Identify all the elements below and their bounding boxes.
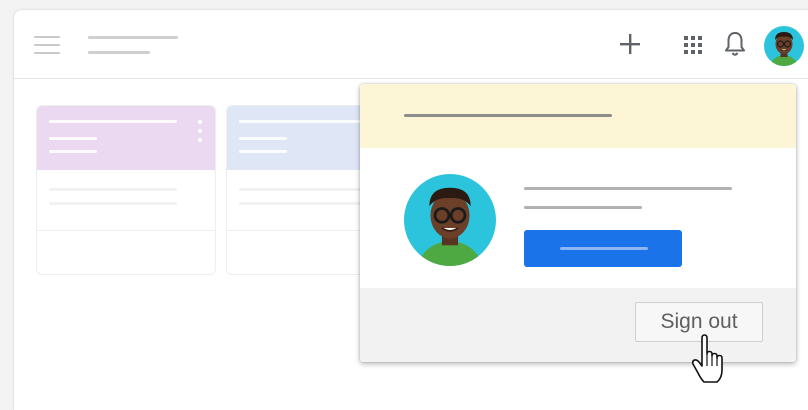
avatar xyxy=(404,174,496,266)
account-email-placeholder xyxy=(524,206,642,209)
avatar[interactable] xyxy=(764,26,804,66)
class-card[interactable] xyxy=(36,105,216,275)
popup-banner xyxy=(360,84,796,148)
plus-icon[interactable] xyxy=(616,30,644,58)
top-app-bar xyxy=(14,10,808,79)
apps-grid-icon[interactable] xyxy=(682,34,704,56)
account-name-placeholder xyxy=(524,187,732,190)
manage-account-button[interactable] xyxy=(524,230,682,267)
hamburger-menu-icon[interactable] xyxy=(34,36,60,54)
more-vert-icon[interactable] xyxy=(197,120,203,144)
bell-icon[interactable] xyxy=(722,30,748,58)
sign-out-button[interactable]: Sign out xyxy=(635,302,763,342)
button-label-placeholder xyxy=(560,247,648,250)
banner-text-placeholder xyxy=(404,114,612,117)
account-popup: Sign out xyxy=(360,84,796,362)
